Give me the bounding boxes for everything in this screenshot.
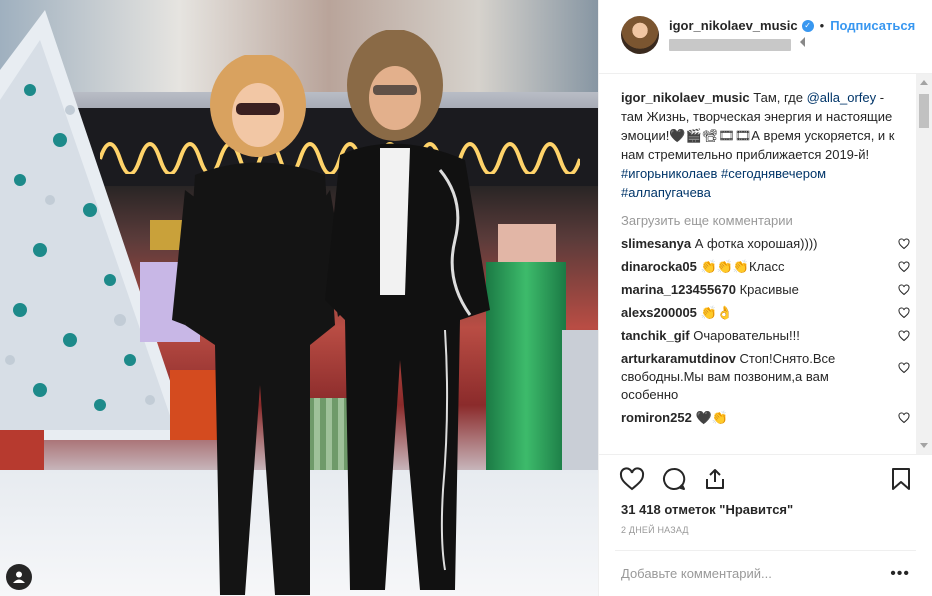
comment-text: 🖤👏 bbox=[695, 410, 728, 425]
caption-text: Там, где bbox=[749, 90, 807, 105]
add-comment-section: ••• bbox=[615, 550, 916, 596]
comment-icon[interactable] bbox=[661, 467, 687, 491]
scroll-down-arrow-icon[interactable] bbox=[920, 443, 928, 448]
heart-icon[interactable] bbox=[619, 466, 645, 491]
comment-text: А фотка хорошая)))) bbox=[694, 236, 818, 251]
comment-username[interactable]: arturkaramutdinov bbox=[621, 351, 736, 366]
instagram-post: igor_nikolaev_music ✓ • Подписаться igor… bbox=[0, 0, 932, 596]
follow-button[interactable]: Подписаться bbox=[830, 18, 915, 33]
separator-dot: • bbox=[819, 18, 825, 33]
load-more-comments-button[interactable]: Загрузить еще комментарии bbox=[621, 212, 910, 230]
header-username[interactable]: igor_nikolaev_music bbox=[669, 18, 798, 33]
post-date[interactable]: 2 ДНЕЙ НАЗАД bbox=[599, 520, 932, 550]
user-tag-icon[interactable] bbox=[6, 564, 32, 590]
avatar[interactable] bbox=[621, 16, 659, 54]
comment-row: dinarocka05 👏👏👏Класс bbox=[621, 258, 910, 276]
caption-mention[interactable]: @alla_orfey bbox=[807, 90, 877, 105]
hashtag[interactable]: #игорьниколаев bbox=[621, 166, 717, 181]
comment-text: 👏👏👏Класс bbox=[700, 259, 785, 274]
comment-row: marina_123455670 Красивые bbox=[621, 281, 910, 299]
action-bar bbox=[599, 454, 932, 502]
comment-like-heart-icon[interactable] bbox=[898, 307, 910, 319]
comment-like-heart-icon[interactable] bbox=[898, 330, 910, 342]
post-header: igor_nikolaev_music ✓ • Подписаться bbox=[599, 0, 932, 74]
comment-username[interactable]: marina_123455670 bbox=[621, 282, 736, 297]
comment-like-heart-icon[interactable] bbox=[898, 412, 910, 424]
comment-username[interactable]: alexs200005 bbox=[621, 305, 697, 320]
comment-username[interactable]: dinarocka05 bbox=[621, 259, 697, 274]
bookmark-icon[interactable] bbox=[890, 467, 912, 491]
comment-like-heart-icon[interactable] bbox=[898, 284, 910, 296]
scrollbar-thumb[interactable] bbox=[919, 94, 929, 128]
location-link[interactable] bbox=[669, 37, 805, 51]
comment-like-heart-icon[interactable] bbox=[898, 238, 910, 250]
scroll-up-arrow-icon[interactable] bbox=[920, 80, 928, 85]
add-comment-input[interactable] bbox=[621, 566, 881, 581]
comment-text: Очаровательны!!! bbox=[693, 328, 800, 343]
comment-username[interactable]: romiron252 bbox=[621, 410, 692, 425]
comment-row: alexs200005 👏👌 bbox=[621, 304, 910, 322]
comment-like-heart-icon[interactable] bbox=[898, 362, 910, 374]
comment-like-heart-icon[interactable] bbox=[898, 261, 910, 273]
comments-panel[interactable]: igor_nikolaev_music Там, где @alla_orfey… bbox=[599, 74, 932, 454]
comment-row: romiron252 🖤👏 bbox=[621, 409, 910, 427]
caption-username[interactable]: igor_nikolaev_music bbox=[621, 90, 750, 105]
post-caption: igor_nikolaev_music Там, где @alla_orfey… bbox=[621, 88, 896, 202]
comment-text: 👏👌 bbox=[700, 305, 733, 320]
comment-row: slimesanya А фотка хорошая)))) bbox=[621, 235, 910, 253]
post-photo[interactable] bbox=[0, 0, 598, 596]
comment-username[interactable]: slimesanya bbox=[621, 236, 691, 251]
hashtag[interactable]: #сегоднявечером bbox=[721, 166, 826, 181]
share-icon[interactable] bbox=[703, 467, 727, 491]
comment-row: tanchik_gif Очаровательны!!! bbox=[621, 327, 910, 345]
verified-badge-icon: ✓ bbox=[801, 19, 814, 32]
likes-count[interactable]: 31 418 отметок "Нравится" bbox=[599, 502, 932, 520]
man-figure bbox=[325, 30, 490, 590]
comment-text: Красивые bbox=[739, 282, 799, 297]
hashtag[interactable]: #аллапугачева bbox=[621, 185, 711, 200]
comment-row: arturkaramutdinov Стоп!Снято.Все свободн… bbox=[621, 350, 910, 404]
comment-username[interactable]: tanchik_gif bbox=[621, 328, 690, 343]
more-options-icon[interactable]: ••• bbox=[890, 565, 910, 583]
comments-scrollbar[interactable] bbox=[916, 74, 932, 454]
post-sidebar: igor_nikolaev_music ✓ • Подписаться igor… bbox=[598, 0, 932, 596]
